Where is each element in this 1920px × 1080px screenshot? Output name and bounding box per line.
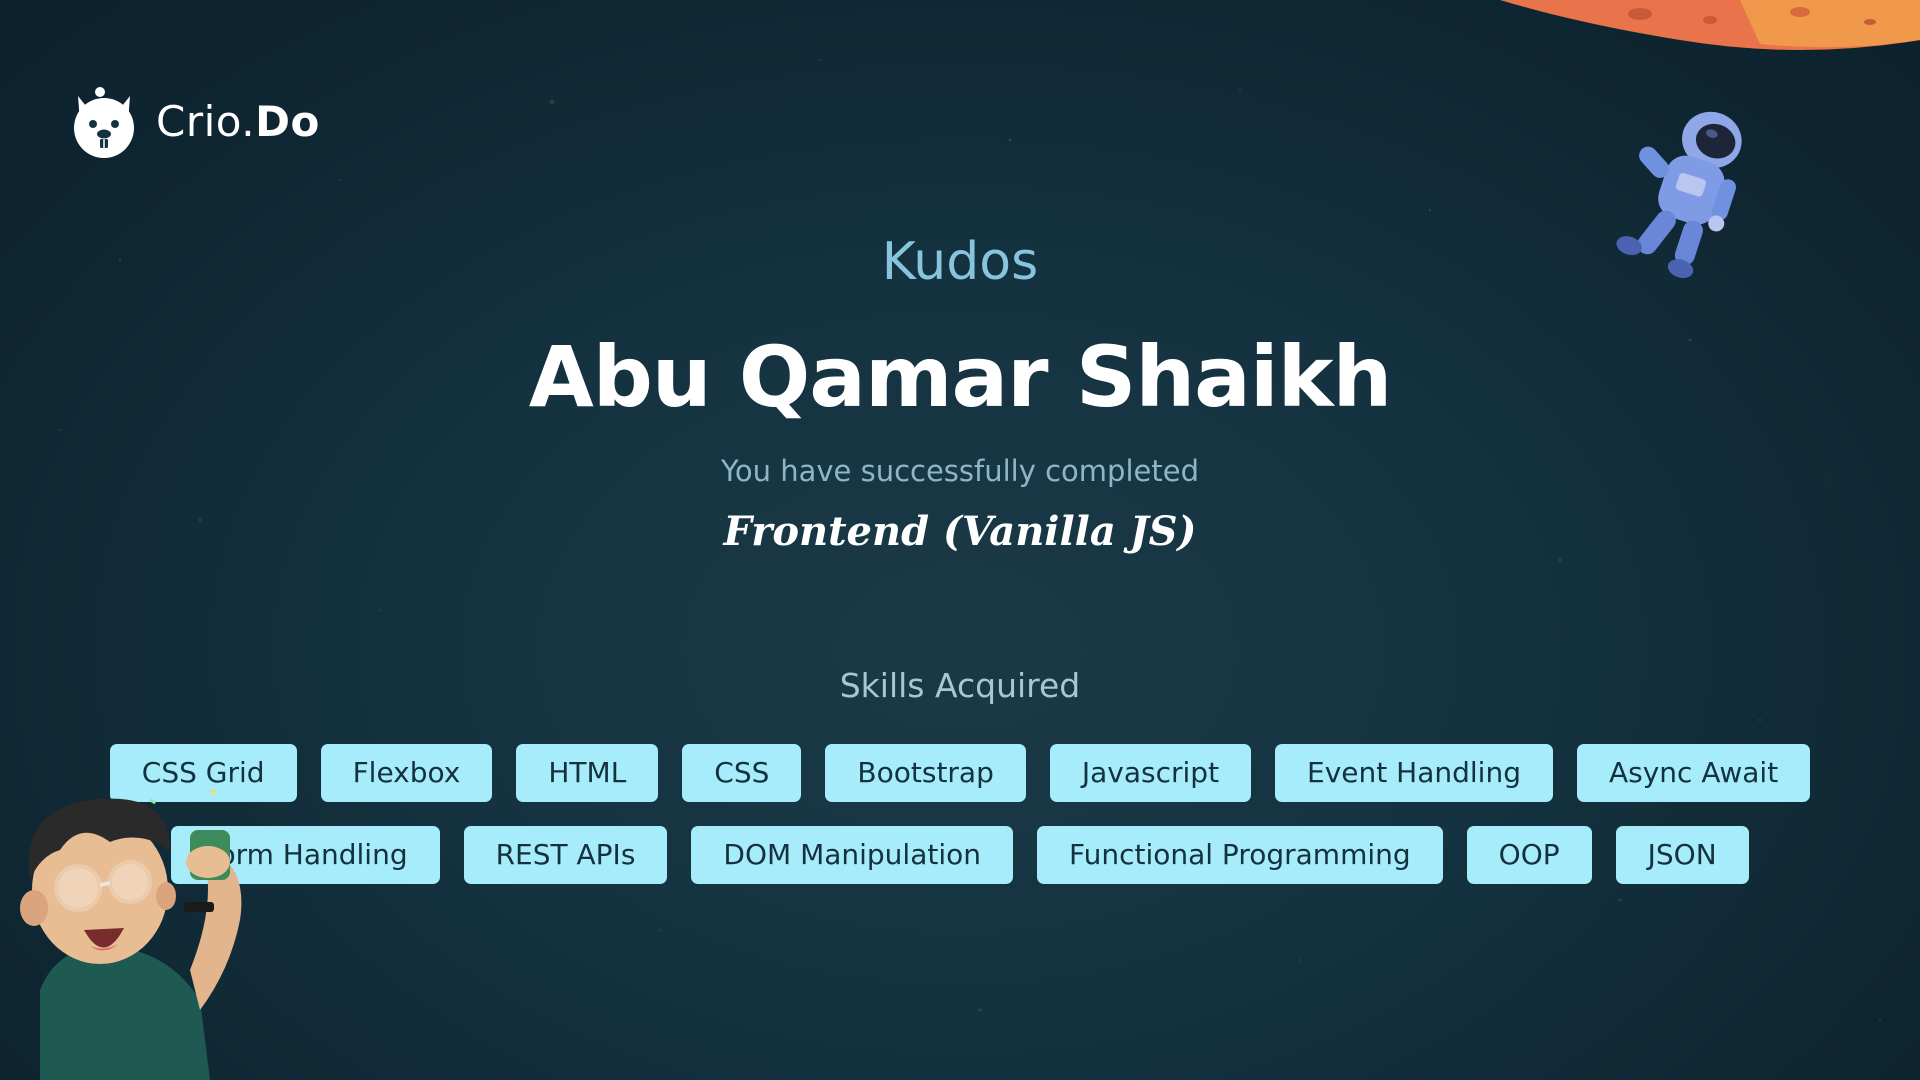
logo-wordmark: Crio.Do [156, 97, 320, 146]
planet-illustration [1500, 0, 1920, 50]
skill-chip: Async Await [1576, 744, 1811, 802]
skill-chip: Functional Programming [1037, 826, 1443, 884]
celebrating-character-illustration [20, 789, 242, 1080]
skill-chip: HTML [516, 744, 659, 802]
skill-chip: DOM Manipulation [691, 826, 1013, 884]
skill-chip: JSON [1615, 826, 1749, 884]
skill-chip: OOP [1466, 826, 1592, 884]
course-name: Frontend (Vanilla JS) [723, 508, 1197, 555]
logo-name-regular: Crio. [156, 96, 256, 146]
certificate-heading: Kudos [881, 232, 1039, 292]
skill-chip: CSS [682, 744, 802, 802]
beaver-logo-icon [74, 87, 134, 158]
skill-chip: Bootstrap [825, 744, 1026, 802]
skill-chip: Event Handling [1275, 744, 1553, 802]
skill-chip: REST APIs [463, 826, 668, 884]
skill-chip: Javascript [1049, 744, 1252, 802]
skill-chip: Flexbox [320, 744, 493, 802]
logo-name-bold: Do [255, 96, 320, 146]
skills-title: Skills Acquired [839, 666, 1081, 705]
crio-logo[interactable]: Crio.Do [68, 82, 320, 160]
completion-message: You have successfully completed [721, 454, 1199, 488]
recipient-name: Abu Qamar Shaikh [528, 328, 1393, 426]
